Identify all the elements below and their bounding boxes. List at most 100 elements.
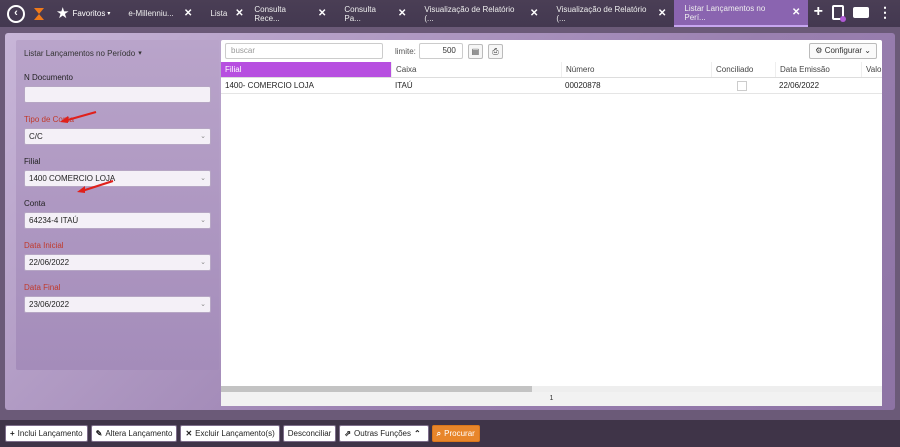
column-header-data-emissao[interactable]: Data Emissão (775, 62, 861, 77)
conta-label: Conta (24, 199, 46, 208)
inclui-lancamento-button[interactable]: + Inclui Lançamento (5, 425, 88, 442)
top-actions: + ⋮ (814, 4, 892, 22)
column-header-filial[interactable]: Filial (221, 62, 391, 77)
procurar-button[interactable]: ⌕ Procurar (431, 425, 480, 442)
excluir-lancamento-button[interactable]: ✕ Excluir Lançamento(s) (180, 425, 280, 442)
tipo-conta-select[interactable]: C/C ⌄ (24, 128, 211, 145)
search-icon: ⌕ (436, 428, 442, 438)
outras-funcoes-button[interactable]: ⇗ Outras Funções ⌃ (339, 425, 429, 442)
panel-title[interactable]: Listar Lançamentos no Período ▾ (24, 47, 211, 59)
plus-icon: + (10, 429, 15, 438)
chevron-down-icon: ⌄ (200, 133, 206, 140)
cell-caixa: ITAÚ (395, 81, 413, 90)
close-icon[interactable]: ✕ (318, 8, 326, 19)
altera-lancamento-button[interactable]: ✎ Altera Lançamento (90, 425, 178, 442)
chevron-down-icon: ⌄ (200, 301, 206, 308)
chevron-down-icon: ⌄ (200, 217, 206, 224)
back-arrow-icon[interactable]: ‹ (7, 4, 25, 23)
tab-label: Consulta Pa... (344, 4, 376, 23)
data-final-value: 23/06/2022 (29, 300, 70, 309)
limit-input[interactable]: 500 (418, 43, 463, 59)
conciliado-checkbox[interactable] (737, 81, 747, 91)
data-inicial-field[interactable]: 22/06/2022 ⌄ (24, 254, 211, 271)
button-label: Inclui Lançamento (17, 429, 83, 438)
star-icon: ★ (56, 5, 70, 22)
column-header-conciliado[interactable]: Conciliado (711, 62, 775, 77)
page-number[interactable]: 1 (550, 395, 554, 402)
panel-title-text: Listar Lançamentos no Período (24, 48, 136, 58)
conta-value: 64234-4 ITAÚ (29, 216, 79, 225)
tab-visualizacao-relatorio-1[interactable]: Visualização de Relatório (... ✕ (414, 0, 546, 27)
close-icon[interactable]: ✕ (530, 8, 538, 19)
chevron-down-icon: ▾ (138, 50, 142, 57)
clipboard-icon[interactable] (832, 4, 846, 22)
data-final-label: Data Final (24, 283, 61, 292)
plus-icon[interactable]: + (814, 4, 823, 20)
pdf-export-icon[interactable]: ▤ (467, 43, 483, 59)
table-row[interactable]: 1400- COMERCIO LOJA ITAÚ 00020878 22/06/… (221, 78, 882, 94)
tab-strip: e-Millenniu... ✕ Lista ✕ Consulta Rece..… (118, 0, 809, 27)
close-icon[interactable]: ✕ (398, 8, 406, 19)
close-icon[interactable]: ✕ (184, 8, 192, 19)
filial-select[interactable]: 1400 COMERCIO LOJA ⌄ (24, 170, 211, 187)
tab-lista[interactable]: Lista ✕ (200, 0, 244, 27)
favorites-menu[interactable]: ★ Favoritos ▾ (56, 6, 110, 21)
tipo-conta-value: C/C (29, 132, 43, 141)
tab-label: Listar Lançamentos no Perí... (684, 3, 766, 22)
filial-label: Filial (24, 157, 41, 166)
cell-valor (861, 78, 882, 93)
results-panel: buscar limite: 500 ▤ ⎙ ⚙ Configurar ⌄ Fi… (221, 40, 882, 406)
data-final-field[interactable]: 23/06/2022 ⌄ (24, 296, 211, 313)
results-toolbar: buscar limite: 500 ▤ ⎙ ⚙ Configurar ⌄ (221, 40, 882, 62)
edit-icon: ✎ (95, 429, 103, 438)
tab-label: Lista (210, 9, 228, 18)
button-label: Outras Funções (354, 429, 411, 438)
column-header-numero[interactable]: Número (561, 62, 711, 77)
cell-conciliado (711, 78, 775, 93)
tab-consulta-recebimentos[interactable]: Consulta Rece... ✕ (244, 0, 334, 27)
tab-consulta-pagamentos[interactable]: Consulta Pa... ✕ (334, 0, 414, 27)
chevron-down-icon: ⌄ (200, 259, 206, 266)
n-documento-field[interactable] (24, 86, 211, 103)
button-label: Excluir Lançamento(s) (195, 429, 275, 438)
button-label: Desconciliar (287, 429, 332, 438)
app-logo-icon[interactable] (32, 6, 46, 22)
main-area: Listar Lançamentos no Período ▾ N Docume… (5, 33, 895, 410)
chat-icon[interactable] (853, 6, 869, 18)
cell-data-emissao: 22/06/2022 (779, 81, 820, 90)
filter-panel: Listar Lançamentos no Período ▾ N Docume… (16, 40, 219, 370)
column-header-caixa[interactable]: Caixa (391, 62, 561, 77)
tab-label: e-Millenniu... (128, 9, 174, 18)
favorites-label: Favoritos (72, 9, 106, 18)
desconciliar-button[interactable]: Desconciliar (282, 425, 337, 442)
tab-label: Consulta Rece... (254, 4, 286, 23)
caret-down-icon: ▾ (107, 11, 111, 17)
button-label: Altera Lançamento (105, 429, 173, 438)
more-vertical-icon[interactable]: ⋮ (878, 5, 892, 19)
configure-button[interactable]: ⚙ Configurar ⌄ (809, 43, 877, 59)
bottom-action-bar: + Inclui Lançamento ✎ Altera Lançamento … (0, 420, 900, 447)
tab-label: Visualização de Relatório (... (556, 4, 647, 23)
pagination: 1 (221, 392, 882, 406)
annotation-arrow-icon (60, 110, 97, 123)
close-icon[interactable]: ✕ (235, 8, 243, 19)
tab-visualizacao-relatorio-2[interactable]: Visualização de Relatório (... ✕ (546, 0, 674, 27)
search-input[interactable]: buscar (225, 43, 383, 59)
column-header-valor[interactable]: Valo (861, 62, 882, 77)
configure-label: Configurar (824, 46, 863, 55)
close-icon[interactable]: ✕ (792, 7, 800, 18)
top-bar: ‹ ★ Favoritos ▾ e-Millenniu... ✕ Lista ✕… (0, 0, 900, 27)
data-inicial-value: 22/06/2022 (29, 258, 70, 267)
tab-listar-lancamentos[interactable]: Listar Lançamentos no Perí... ✕ (674, 0, 809, 27)
print-icon[interactable]: ⎙ (487, 43, 503, 59)
conta-select[interactable]: 64234-4 ITAÚ ⌄ (24, 212, 211, 229)
external-link-icon: ⇗ (344, 429, 352, 438)
tab-label: Visualização de Relatório (... (424, 4, 515, 23)
close-icon[interactable]: ✕ (658, 8, 666, 19)
n-documento-label: N Documento (24, 73, 73, 82)
grid-header: Filial Caixa Número Conciliado Data Emis… (221, 62, 882, 78)
cell-filial: 1400- COMERCIO LOJA (225, 81, 314, 90)
cell-numero: 00020878 (565, 81, 601, 90)
tab-emillennium[interactable]: e-Millenniu... ✕ (118, 0, 200, 27)
close-icon: ✕ (185, 429, 193, 438)
